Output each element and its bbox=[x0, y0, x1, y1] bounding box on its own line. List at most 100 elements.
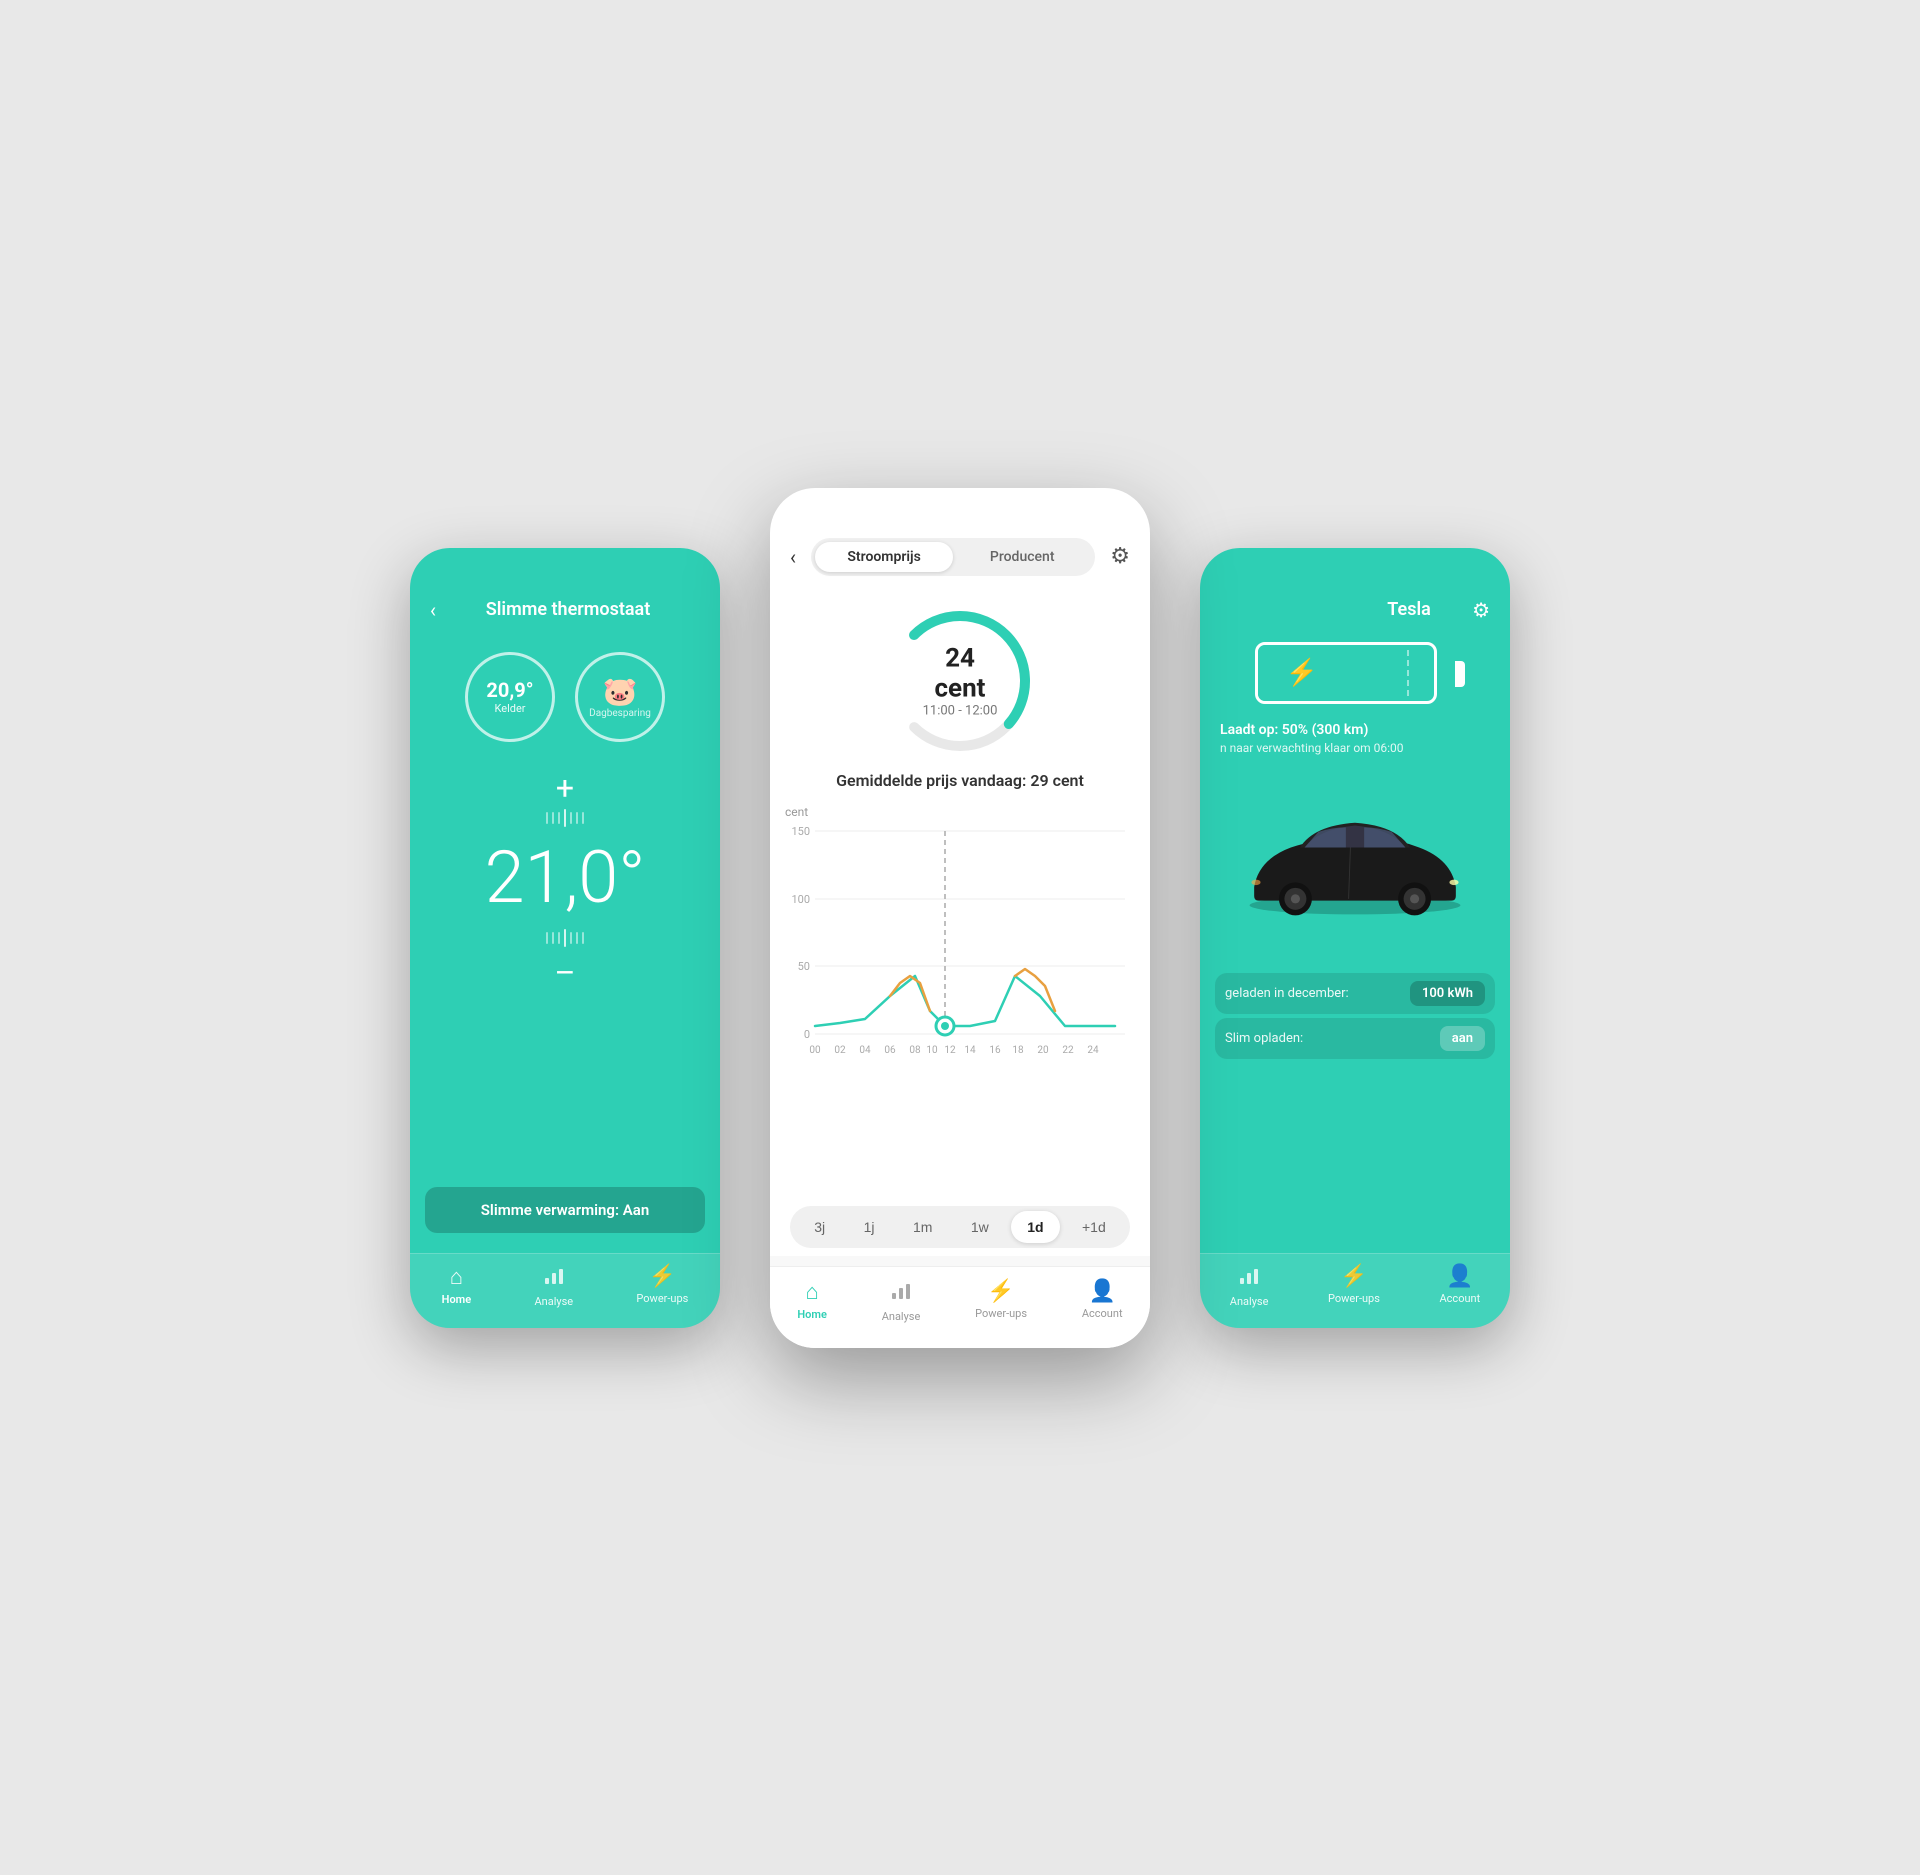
right-analyse-label: Analyse bbox=[1230, 1295, 1269, 1308]
nav-home-label: Home bbox=[442, 1293, 472, 1306]
chart-icon bbox=[543, 1264, 565, 1292]
center-home-icon: ⌂ bbox=[805, 1279, 818, 1305]
right-phone: Tesla ⚙ ⚡ Laadt op: 50% (300 km) n bbox=[1200, 548, 1510, 1328]
left-nav-powerups[interactable]: ⚡ Power-ups bbox=[636, 1264, 688, 1308]
center-nav-analyse[interactable]: Analyse bbox=[882, 1279, 921, 1323]
battery-display: ⚡ bbox=[1255, 642, 1455, 707]
car-section bbox=[1200, 760, 1510, 970]
gauge-time: 11:00 - 12:00 bbox=[920, 703, 1000, 718]
charge-info: Laadt op: 50% (300 km) n naar verwachtin… bbox=[1200, 717, 1510, 760]
time-btn-1j[interactable]: 1j bbox=[848, 1211, 891, 1243]
battery-bolt-icon: ⚡ bbox=[1286, 658, 1318, 688]
settings-icon[interactable]: ⚙ bbox=[1110, 544, 1130, 569]
right-account-label: Account bbox=[1440, 1292, 1481, 1305]
center-bolt-icon: ⚡ bbox=[987, 1279, 1014, 1304]
center-phone: ‹ Stroomprijs Producent ⚙ bbox=[770, 488, 1150, 1348]
tab-stroomprijs[interactable]: Stroomprijs bbox=[815, 542, 953, 572]
center-nav-account[interactable]: 👤 Account bbox=[1082, 1279, 1123, 1323]
time-btn-1d[interactable]: 1d bbox=[1011, 1211, 1059, 1243]
time-button-group: 3j 1j 1m 1w 1d +1d bbox=[790, 1206, 1130, 1248]
price-chart[interactable]: 150 100 50 0 bbox=[785, 821, 1135, 1081]
battery-tip bbox=[1455, 661, 1465, 687]
home-icon: ⌂ bbox=[450, 1264, 463, 1290]
center-person-icon: 👤 bbox=[1088, 1279, 1115, 1304]
savings-label: Dagbesparing bbox=[589, 708, 651, 719]
nav-powerups-label: Power-ups bbox=[636, 1292, 688, 1305]
right-bolt-icon: ⚡ bbox=[1340, 1264, 1367, 1289]
left-nav-home[interactable]: ⌂ Home bbox=[442, 1264, 472, 1308]
center-nav-home[interactable]: ⌂ Home bbox=[797, 1279, 827, 1323]
center-account-label: Account bbox=[1082, 1307, 1123, 1320]
svg-text:16: 16 bbox=[989, 1045, 1001, 1056]
left-header: ‹ Slimme thermostaat bbox=[410, 548, 720, 632]
gauge-value: 24 cent bbox=[920, 643, 1000, 703]
center-chart-icon bbox=[890, 1279, 912, 1307]
svg-text:08: 08 bbox=[909, 1045, 921, 1056]
circles-row: 20,9° Kelder 🐷 Dagbesparing bbox=[410, 632, 720, 762]
right-title: Tesla bbox=[1346, 599, 1472, 620]
tick-marks bbox=[546, 809, 584, 827]
left-title: Slimme thermostaat bbox=[436, 599, 700, 620]
charged-value: 100 kWh bbox=[1410, 981, 1485, 1006]
left-phone: ‹ Slimme thermostaat 20,9° Kelder 🐷 Dagb… bbox=[410, 548, 720, 1328]
time-btn-plus1d[interactable]: +1d bbox=[1066, 1211, 1122, 1243]
chart-y-label: cent bbox=[785, 805, 1135, 819]
tick-marks-bottom bbox=[546, 929, 584, 947]
slim-label: Slim opladen: bbox=[1225, 1031, 1303, 1046]
svg-text:20: 20 bbox=[1037, 1045, 1049, 1056]
chart-area: cent 150 100 50 0 bbox=[770, 805, 1150, 1198]
right-header: Tesla ⚙ bbox=[1200, 548, 1510, 632]
svg-text:100: 100 bbox=[791, 893, 810, 906]
chart-svg-wrap: 150 100 50 0 bbox=[785, 821, 1135, 1081]
svg-text:10: 10 bbox=[926, 1045, 938, 1056]
svg-text:22: 22 bbox=[1062, 1045, 1074, 1056]
piggy-bank-icon: 🐷 bbox=[603, 675, 638, 708]
tesla-car-image bbox=[1225, 809, 1485, 919]
bolt-icon: ⚡ bbox=[649, 1264, 676, 1289]
time-btn-3j[interactable]: 3j bbox=[798, 1211, 841, 1243]
center-powerups-label: Power-ups bbox=[975, 1307, 1027, 1320]
main-temperature: 21,0° bbox=[485, 842, 646, 914]
charge-line-main: Laadt op: 50% (300 km) bbox=[1220, 722, 1490, 738]
charged-label: geladen in december: bbox=[1225, 986, 1349, 1001]
svg-text:00: 00 bbox=[809, 1045, 821, 1056]
battery-dashed-line bbox=[1407, 650, 1409, 696]
center-analyse-label: Analyse bbox=[882, 1310, 921, 1323]
right-navbar: Analyse ⚡ Power-ups 👤 Account bbox=[1200, 1253, 1510, 1328]
tab-producent[interactable]: Producent bbox=[953, 542, 1091, 572]
decrease-temp-button[interactable]: – bbox=[555, 957, 576, 989]
svg-text:06: 06 bbox=[884, 1045, 896, 1056]
right-gear-icon[interactable]: ⚙ bbox=[1472, 598, 1490, 622]
gauge-container: 24 cent 11:00 - 12:00 bbox=[770, 591, 1150, 766]
left-navbar: ⌂ Home Analyse ⚡ Power-ups bbox=[410, 1253, 720, 1328]
heating-status-bar: Slimme verwarming: Aan bbox=[425, 1187, 705, 1233]
svg-text:18: 18 bbox=[1012, 1045, 1024, 1056]
battery-section: ⚡ bbox=[1200, 632, 1510, 717]
svg-text:14: 14 bbox=[964, 1045, 976, 1056]
svg-text:0: 0 bbox=[804, 1028, 810, 1041]
right-nav-powerups[interactable]: ⚡ Power-ups bbox=[1328, 1264, 1380, 1308]
svg-text:04: 04 bbox=[859, 1045, 871, 1056]
slim-value: aan bbox=[1440, 1026, 1485, 1051]
left-nav-analyse[interactable]: Analyse bbox=[534, 1264, 573, 1308]
svg-text:02: 02 bbox=[834, 1045, 846, 1056]
right-powerups-label: Power-ups bbox=[1328, 1292, 1380, 1305]
time-btn-1m[interactable]: 1m bbox=[897, 1211, 948, 1243]
time-btn-1w[interactable]: 1w bbox=[955, 1211, 1005, 1243]
right-person-icon: 👤 bbox=[1446, 1264, 1473, 1289]
center-back-arrow[interactable]: ‹ bbox=[790, 545, 796, 569]
temperature-circle: 20,9° Kelder bbox=[465, 652, 555, 742]
gauge-text: 24 cent 11:00 - 12:00 bbox=[920, 643, 1000, 718]
center-nav-powerups[interactable]: ⚡ Power-ups bbox=[975, 1279, 1027, 1323]
svg-text:24: 24 bbox=[1087, 1045, 1099, 1056]
right-nav-account[interactable]: 👤 Account bbox=[1440, 1264, 1481, 1308]
svg-text:150: 150 bbox=[791, 825, 810, 838]
info-row-charged: geladen in december: 100 kWh bbox=[1215, 973, 1495, 1014]
savings-circle: 🐷 Dagbesparing bbox=[575, 652, 665, 742]
nav-analyse-label: Analyse bbox=[534, 1295, 573, 1308]
circle-temp-value: 20,9° bbox=[486, 678, 533, 702]
right-nav-analyse[interactable]: Analyse bbox=[1230, 1264, 1269, 1308]
circle-temp-label: Kelder bbox=[494, 702, 525, 715]
gauge-wrap: 24 cent 11:00 - 12:00 bbox=[880, 601, 1040, 761]
increase-temp-button[interactable]: + bbox=[556, 772, 574, 804]
